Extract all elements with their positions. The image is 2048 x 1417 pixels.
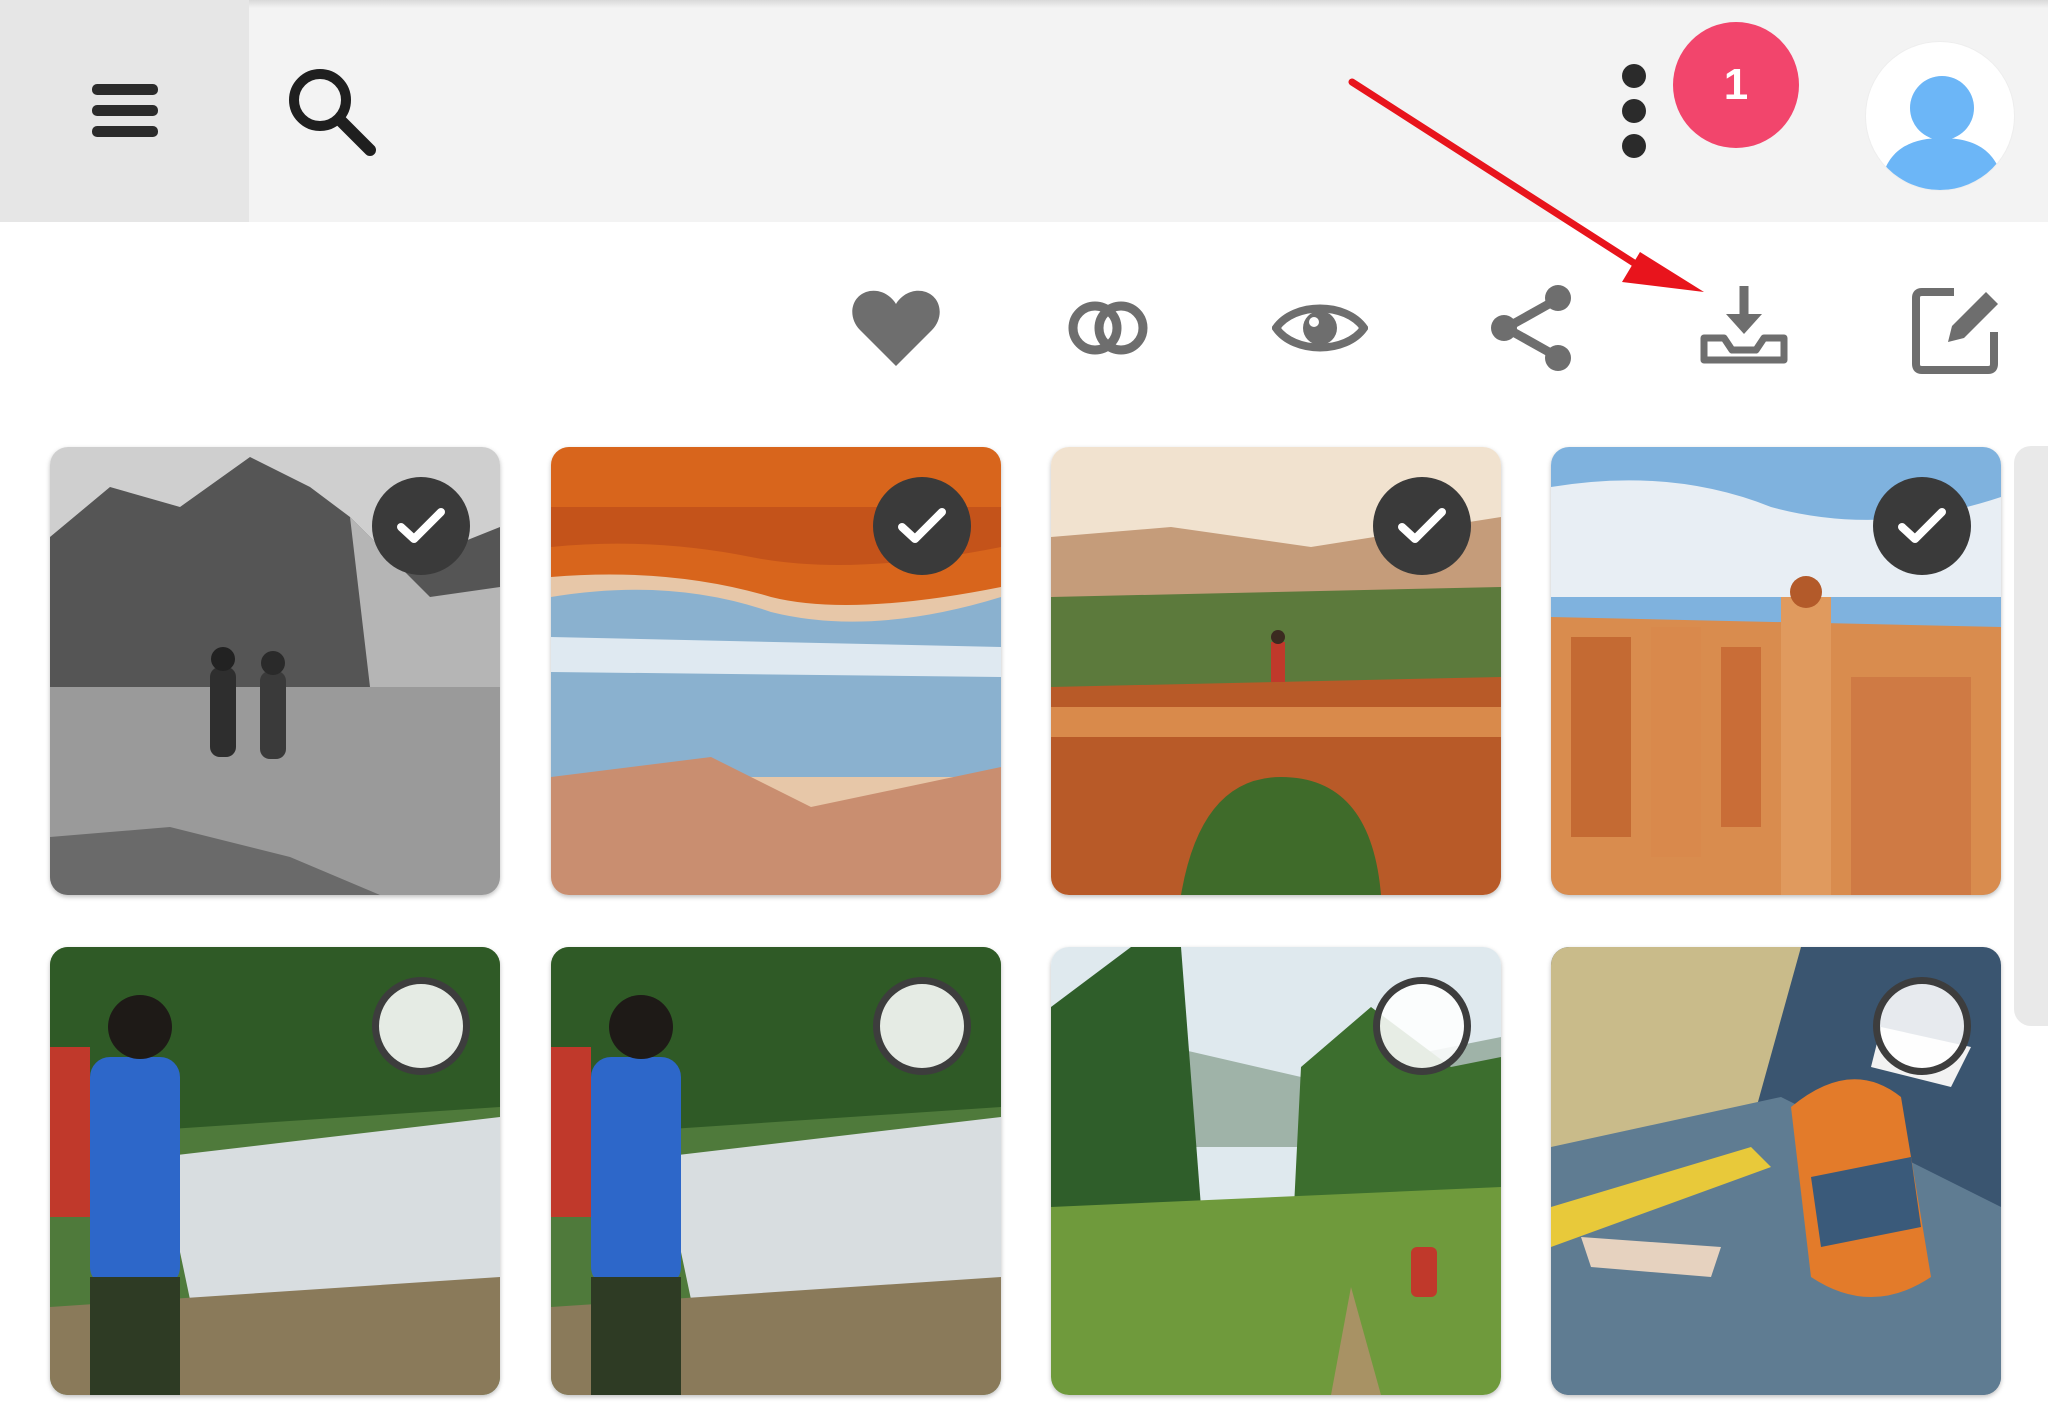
- scrollbar[interactable]: [2014, 446, 2048, 1026]
- notification-badge[interactable]: 1: [1673, 22, 1799, 148]
- user-avatar-icon: [1880, 76, 2004, 190]
- edit-icon[interactable]: [1908, 280, 2004, 376]
- selected-checkmark[interactable]: [1873, 477, 1971, 575]
- top-bar-shadow: [0, 0, 2048, 8]
- check-icon: [898, 508, 946, 543]
- unselected-checkbox[interactable]: [372, 977, 470, 1075]
- photo-tile[interactable]: [1551, 447, 2001, 895]
- photo-tile[interactable]: [50, 447, 500, 895]
- user-avatar[interactable]: [1866, 42, 2014, 190]
- menu-button[interactable]: [0, 0, 249, 222]
- check-icon: [1398, 508, 1446, 543]
- share-icon[interactable]: [1484, 280, 1580, 376]
- selected-checkmark[interactable]: [372, 477, 470, 575]
- hamburger-menu-icon: [91, 84, 158, 137]
- photo-tile[interactable]: [1051, 947, 1501, 1395]
- unselected-checkbox[interactable]: [873, 977, 971, 1075]
- search-icon[interactable]: [282, 62, 382, 162]
- selected-checkmark[interactable]: [1373, 477, 1471, 575]
- check-icon: [397, 508, 445, 543]
- top-app-bar: 1: [0, 0, 2048, 222]
- selected-checkmark[interactable]: [873, 477, 971, 575]
- more-vertical-icon[interactable]: [1610, 60, 1658, 162]
- check-icon: [1898, 508, 1946, 543]
- unselected-checkbox[interactable]: [1873, 977, 1971, 1075]
- heart-icon[interactable]: [848, 280, 944, 376]
- link-rings-icon[interactable]: [1060, 280, 1156, 376]
- photo-tile[interactable]: [551, 447, 1001, 895]
- eye-icon[interactable]: [1272, 280, 1368, 376]
- photo-tile[interactable]: [551, 947, 1001, 1395]
- unselected-checkbox[interactable]: [1373, 977, 1471, 1075]
- photo-tile[interactable]: [1051, 447, 1501, 895]
- photo-tile[interactable]: [50, 947, 500, 1395]
- photo-tile[interactable]: [1551, 947, 2001, 1395]
- download-icon[interactable]: [1696, 280, 1792, 376]
